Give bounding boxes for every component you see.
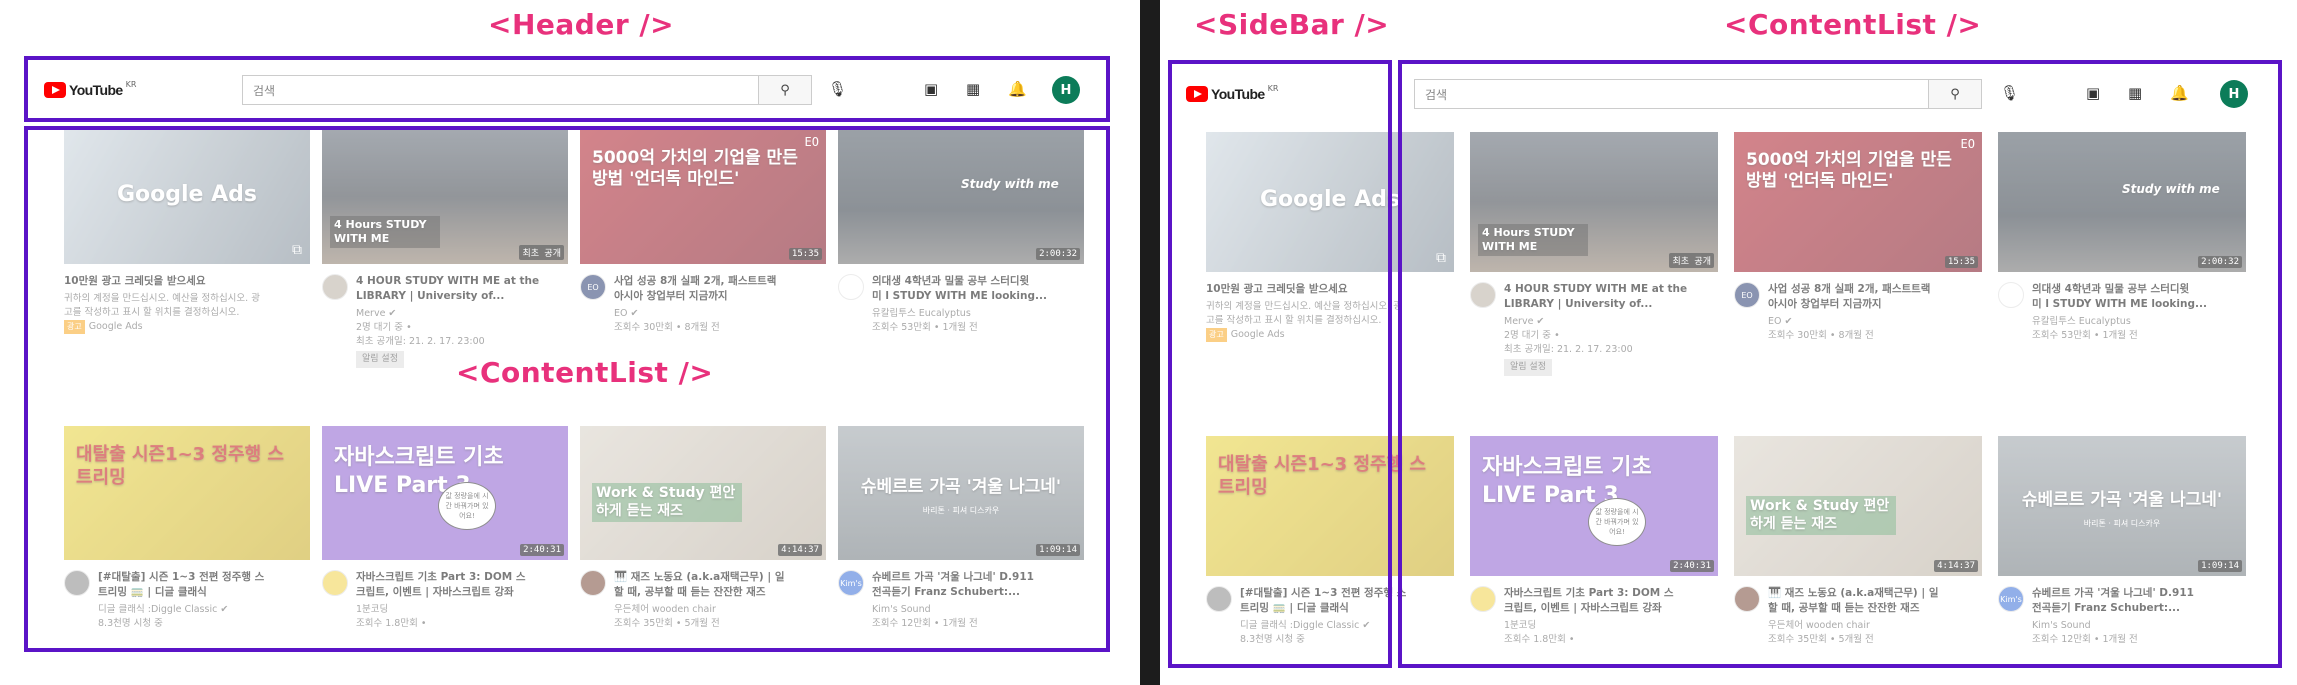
sidebar-annotation-box [1168,60,1392,668]
content-list-annotation-box [1398,60,2282,668]
content-list-annotation-top: <ContentList /> [1724,8,1982,41]
sidebar-diagram-panel: <SideBar /> <ContentList /> YouTube KR 검… [1160,0,2297,685]
header-annotation: <Header /> [488,8,675,41]
content-list-annotation: <ContentList /> [456,356,714,389]
header-annotation-box [24,56,1110,122]
header-diagram-panel: <Header /> YouTube KR 검색 ⚲ 🎙 ▣ ▦ 🔔 H Goo… [0,0,1140,685]
panel-divider [1140,0,1160,685]
sidebar-annotation: <SideBar /> [1194,8,1390,41]
content-list-annotation-box [24,126,1110,652]
